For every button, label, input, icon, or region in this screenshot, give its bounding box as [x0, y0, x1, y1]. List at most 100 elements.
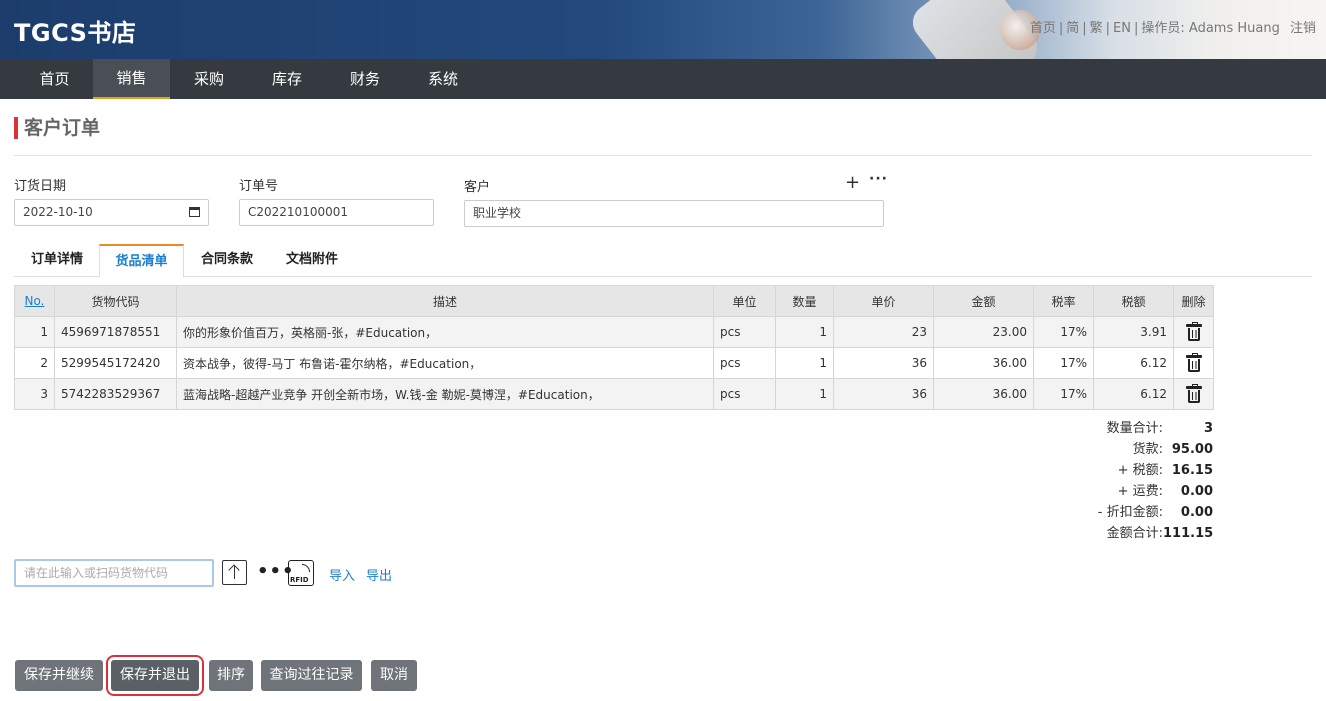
row-delete[interactable] — [1173, 347, 1214, 379]
more-customer-icon[interactable]: ··· — [869, 171, 888, 187]
col-qty-header: 数量 — [775, 285, 834, 317]
discount-value: 0.00 — [1180, 505, 1213, 520]
nav-item-purchase[interactable]: 采购 — [170, 59, 248, 99]
table-header-row: No. 货物代码 描述 单位 数量 单价 金额 税率 税额 删除 — [14, 285, 1214, 317]
goods-amount-row: 货款: 95.00 — [1098, 439, 1213, 460]
row-unit: pcs — [713, 378, 776, 410]
grand-total-label: 金额合计: — [1106, 526, 1163, 541]
table-row[interactable]: 2 5299545172420 资本战争，彼得-马丁 布鲁诺-霍尔纳格，#Edu… — [14, 347, 1214, 379]
row-delete[interactable] — [1173, 378, 1214, 410]
main-nav: 首页 销售 采购 库存 财务 系统 — [0, 59, 1326, 99]
add-customer-icon[interactable]: + — [845, 172, 860, 193]
grand-total-value: 111.15 — [1163, 526, 1214, 541]
goods-code-input[interactable]: 请在此输入或扫码货物代码 — [14, 559, 214, 587]
total-qty-label: 数量合计: — [1106, 421, 1163, 436]
row-tax: 6.12 — [1093, 347, 1174, 379]
col-code-header: 货物代码 — [54, 285, 177, 317]
tab-contract-terms[interactable]: 合同条款 — [188, 244, 266, 277]
row-no: 2 — [14, 347, 55, 379]
simplified-chinese-link[interactable]: 简 — [1066, 21, 1079, 36]
col-delete-header: 删除 — [1173, 285, 1214, 317]
nav-item-system[interactable]: 系统 — [404, 59, 482, 99]
table-row[interactable]: 3 5742283529367 蓝海战略-超越产业竞争 开创全新市场，W.钱-金… — [14, 378, 1214, 410]
logout-link[interactable]: 注销 — [1290, 21, 1316, 36]
total-qty-row: 数量合计: 3 — [1098, 418, 1213, 439]
col-desc-header: 描述 — [176, 285, 714, 317]
row-desc: 蓝海战略-超越产业竞争 开创全新市场，W.钱-金 勒妮-莫博涅，#Educati… — [176, 378, 714, 410]
row-taxrate: 17% — [1033, 316, 1094, 348]
col-no-header[interactable]: No. — [14, 285, 55, 317]
row-code: 4596971878551 — [54, 316, 177, 348]
totals-panel: 数量合计: 3 货款: 95.00 + 税额: 16.15 + 运费: 0.00 - 折… — [1098, 418, 1213, 544]
home-link[interactable]: 首页 — [1030, 21, 1056, 36]
row-tax: 3.91 — [1093, 316, 1174, 348]
col-taxrate-header: 税率 — [1033, 285, 1094, 317]
row-tax: 6.12 — [1093, 378, 1174, 410]
col-price-header: 单价 — [833, 285, 934, 317]
save-exit-button[interactable]: 保存并退出 — [106, 655, 204, 696]
rfid-icon[interactable]: RFID — [288, 560, 314, 586]
export-link[interactable]: 导出 — [366, 565, 392, 584]
trash-icon[interactable] — [1185, 352, 1202, 372]
row-amount: 23.00 — [933, 316, 1034, 348]
page-title: 客户订单 — [14, 117, 100, 139]
row-unit: pcs — [713, 316, 776, 348]
row-desc: 资本战争，彼得-马丁 布鲁诺-霍尔纳格，#Education， — [176, 347, 714, 379]
discount-row: - 折扣金额: 0.00 — [1098, 502, 1213, 523]
operator-name: Adams Huang — [1188, 21, 1280, 36]
freight-label: + 运费: — [1117, 484, 1163, 499]
order-date-label: 订货日期 — [14, 179, 67, 194]
operator-label: 操作员: — [1141, 21, 1185, 36]
import-link[interactable]: 导入 — [329, 565, 355, 584]
row-code: 5299545172420 — [54, 347, 177, 379]
history-button[interactable]: 查询过往记录 — [261, 660, 362, 691]
row-price[interactable]: 23 — [833, 316, 934, 348]
tab-order-details[interactable]: 订单详情 — [18, 244, 96, 277]
sort-button[interactable]: 排序 — [209, 660, 253, 691]
goods-amount-value: 95.00 — [1171, 442, 1213, 457]
order-no-field[interactable]: C202210100001 — [239, 199, 434, 226]
freight-value: 0.00 — [1180, 484, 1213, 499]
grand-total-row: 金额合计: 111.15 — [1098, 523, 1214, 544]
row-qty[interactable]: 1 — [775, 378, 834, 410]
discount-label: - 折扣金额: — [1097, 505, 1163, 520]
tab-goods-list[interactable]: 货品清单 — [99, 244, 184, 278]
row-taxrate: 17% — [1033, 378, 1094, 410]
nav-item-home[interactable]: 首页 — [16, 59, 93, 99]
row-unit: pcs — [713, 347, 776, 379]
customer-field[interactable]: 职业学校 — [464, 200, 884, 227]
row-taxrate: 17% — [1033, 347, 1094, 379]
upload-icon[interactable] — [222, 560, 247, 585]
trash-icon[interactable] — [1185, 383, 1202, 403]
calendar-icon[interactable] — [189, 207, 200, 217]
col-amount-header: 金额 — [933, 285, 1034, 317]
order-date-field[interactable]: 2022-10-10 — [14, 199, 209, 226]
english-link[interactable]: EN — [1113, 21, 1131, 36]
row-qty[interactable]: 1 — [775, 316, 834, 348]
cancel-button[interactable]: 取消 — [371, 660, 417, 691]
trash-icon[interactable] — [1185, 321, 1202, 341]
row-price[interactable]: 36 — [833, 378, 934, 410]
nav-item-inventory[interactable]: 库存 — [248, 59, 326, 99]
save-continue-button[interactable]: 保存并继续 — [15, 660, 103, 691]
app-logo: TGCS书店 — [14, 19, 137, 47]
nav-item-sales[interactable]: 销售 — [93, 59, 170, 99]
row-amount: 36.00 — [933, 347, 1034, 379]
table-row[interactable]: 1 4596971878551 你的形象价值百万，英格丽-张，#Educatio… — [14, 316, 1214, 348]
freight-row: + 运费: 0.00 — [1098, 481, 1213, 502]
row-qty[interactable]: 1 — [775, 347, 834, 379]
col-tax-header: 税额 — [1093, 285, 1174, 317]
row-code: 5742283529367 — [54, 378, 177, 410]
row-delete[interactable] — [1173, 316, 1214, 348]
title-divider — [14, 155, 1312, 156]
order-no-label: 订单号 — [239, 179, 279, 194]
nav-item-finance[interactable]: 财务 — [326, 59, 404, 99]
traditional-chinese-link[interactable]: 繁 — [1090, 21, 1103, 36]
tax-value: 16.15 — [1171, 463, 1213, 478]
rfid-label: RFID — [290, 576, 309, 584]
row-price[interactable]: 36 — [833, 347, 934, 379]
tab-attachments[interactable]: 文档附件 — [273, 244, 351, 277]
goods-amount-label: 货款: — [1132, 442, 1163, 457]
row-desc: 你的形象价值百万，英格丽-张，#Education， — [176, 316, 714, 348]
col-unit-header: 单位 — [713, 285, 776, 317]
